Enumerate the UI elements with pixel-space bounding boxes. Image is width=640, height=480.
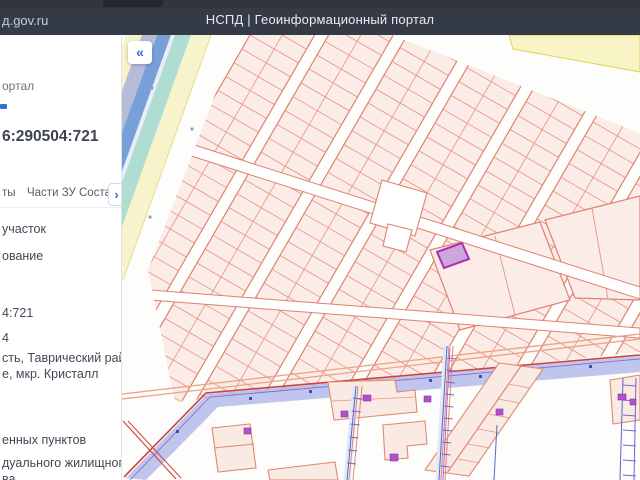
panel-collapse-button[interactable]: « [128,41,152,64]
parcel-info-panel: ортал 6:290504:721 ты Части ЗУ Состав › … [0,35,122,480]
top-header-bar: д.gov.ru НСПД | Геоинформационный портал [0,0,640,35]
panel-tabs: ты Части ЗУ Состав › [0,183,121,207]
page-title: НСПД | Геоинформационный портал [205,12,435,27]
browser-chrome-strip [0,0,640,8]
quarter-value: 4 [2,331,9,345]
browser-tab-notch[interactable] [103,0,163,7]
tab-fragment[interactable]: ты [2,187,16,199]
land-category-value: енных пунктов [2,433,87,447]
cad-number-value: 4:721 [2,306,34,320]
divider [0,207,121,208]
app-window: « ортал 6:290504:721 ты Части ЗУ Состав … [0,0,640,480]
address-line-1: сть, Таврический район, [2,351,121,365]
portal-text-fragment: ортал [2,79,35,93]
address-line-2: е, мкр. Кристалл [2,367,99,381]
object-type-value: участок [2,222,46,236]
usage-label: ование [2,249,44,263]
permitted-use-line-2: ва [2,472,16,480]
permitted-use-line-1: дуального жилищного [2,456,122,470]
tab-parts-zu[interactable]: Части ЗУ [27,187,76,199]
cadastral-number-title: 6:290504:721 [2,128,99,145]
tabs-scroll-right-button[interactable]: › [108,183,121,206]
link-fragment[interactable] [0,104,7,109]
